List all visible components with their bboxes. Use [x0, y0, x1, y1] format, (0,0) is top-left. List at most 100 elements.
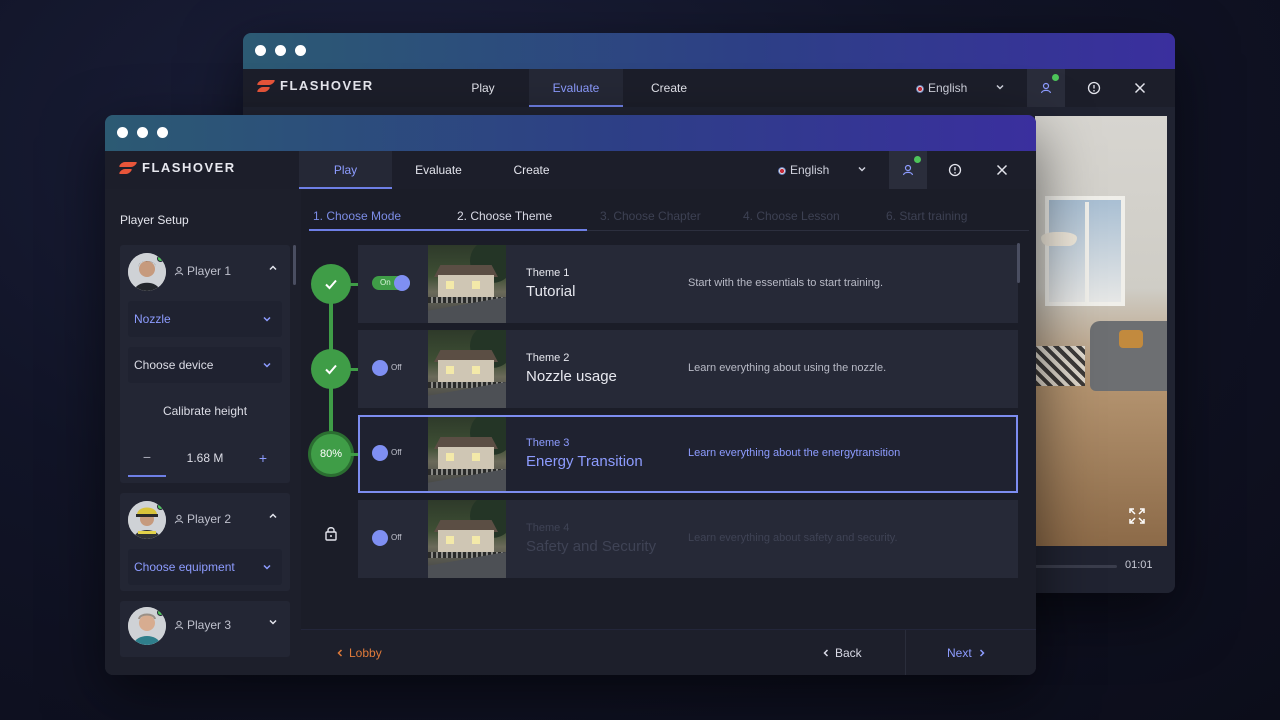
video-preview[interactable] [1035, 116, 1167, 546]
theme-card-4: Off Theme 4 Safety and Security Learn ev… [358, 500, 1018, 578]
avatar [128, 253, 166, 291]
theme-thumbnail [428, 330, 506, 408]
equipment-value: Choose equipment [134, 560, 235, 574]
titlebar [243, 33, 1175, 69]
chevron-down-icon[interactable] [268, 617, 278, 627]
player-card-3: Player 3 [120, 601, 290, 657]
chevron-up-icon[interactable] [268, 263, 278, 273]
player-name: Player 3 [174, 618, 231, 632]
lock-icon [325, 527, 337, 541]
player-header[interactable]: Player 1 [120, 245, 290, 291]
theme-card-2[interactable]: Off Theme 2 Nozzle usage Learn everythin… [358, 330, 1018, 408]
close-button[interactable] [983, 151, 1021, 189]
player-card-1: Player 1 Nozzle Choose device Calibrate … [120, 245, 290, 483]
chevron-left-icon [337, 649, 343, 657]
toggle-label: Off [391, 448, 402, 457]
theme-title: Nozzle usage [526, 368, 617, 385]
help-icon [1087, 81, 1101, 95]
player-name: Player 2 [174, 512, 231, 526]
language-label: English [790, 163, 830, 177]
step-choose-mode[interactable]: 1. Choose Mode [313, 209, 401, 229]
player-name-label: Player 1 [187, 264, 232, 278]
tab-evaluate[interactable]: Evaluate [392, 151, 485, 189]
window-dot[interactable] [117, 127, 128, 138]
theme-label: Theme 1 [526, 267, 570, 279]
brand-logo: FLASHOVER [258, 78, 374, 93]
step-choose-theme[interactable]: 2. Choose Theme [457, 209, 552, 229]
fullscreen-icon[interactable] [1128, 507, 1146, 525]
room-lamp [1041, 232, 1077, 246]
help-button[interactable] [1075, 69, 1113, 107]
theme-toggle[interactable]: Off [372, 444, 414, 462]
window-controls [117, 127, 168, 138]
wizard-footer: Lobby Back Next [301, 629, 1036, 675]
tab-create[interactable]: Create [623, 69, 715, 107]
window-dot[interactable] [255, 45, 266, 56]
toggle-knob [372, 530, 388, 546]
online-indicator [1052, 74, 1059, 81]
window-dot[interactable] [275, 45, 286, 56]
calibrate-height-button[interactable]: Calibrate height [128, 393, 282, 429]
navbar: FLASHOVER Play Evaluate Create English [243, 69, 1175, 107]
theme-label: Theme 2 [526, 352, 570, 364]
footer-divider [905, 630, 906, 675]
chevron-down-icon[interactable] [995, 82, 1005, 92]
toggle-knob [372, 360, 388, 376]
steps-progress [445, 229, 587, 231]
navbar: FLASHOVER Play Evaluate Create English [105, 151, 1036, 189]
window-dot[interactable] [137, 127, 148, 138]
step-choose-chapter: 3. Choose Chapter [600, 209, 701, 223]
chevron-left-icon [823, 649, 829, 657]
toggle-label: On [380, 278, 391, 287]
chevron-up-icon[interactable] [268, 511, 278, 521]
uk-flag-icon [778, 167, 786, 175]
theme-label: Theme 4 [526, 522, 570, 534]
chevron-down-icon[interactable] [857, 164, 867, 174]
user-icon [174, 266, 184, 276]
tab-play[interactable]: Play [299, 151, 392, 189]
window-dot[interactable] [295, 45, 306, 56]
theme-toggle[interactable]: Off [372, 359, 414, 377]
help-button[interactable] [936, 151, 974, 189]
brand-name: FLASHOVER [280, 78, 374, 93]
room-pillow [1119, 330, 1143, 348]
theme-card-1[interactable]: On Theme 1 Tutorial Start with the essen… [358, 245, 1018, 323]
theme-title: Tutorial [526, 283, 576, 300]
online-indicator [914, 156, 921, 163]
language-select[interactable]: English [778, 151, 829, 189]
lobby-button[interactable]: Lobby [335, 630, 382, 675]
back-button[interactable]: Back [821, 630, 862, 675]
equipment-select[interactable]: Nozzle [128, 301, 282, 337]
back-label: Back [835, 646, 862, 660]
theme-description: Learn everything about the energytransit… [688, 447, 901, 459]
next-button[interactable]: Next [947, 630, 987, 675]
tab-evaluate[interactable]: Evaluate [529, 69, 623, 107]
player-header[interactable]: Player 2 [120, 493, 290, 539]
theme-description: Start with the essentials to start train… [688, 277, 884, 289]
close-button[interactable] [1121, 69, 1159, 107]
room-window-frame [1085, 202, 1089, 302]
language-select[interactable]: English [916, 69, 967, 107]
user-icon [174, 620, 184, 630]
player-setup-sidebar: Player Setup Player 1 Nozzle Choose devi… [105, 189, 299, 675]
height-value: 1.68 M [186, 451, 224, 465]
toggle-knob [372, 445, 388, 461]
device-select[interactable]: Choose device [128, 347, 282, 383]
theme-toggle[interactable]: On [372, 274, 414, 292]
toggle-on: On [372, 275, 410, 291]
theme-description: Learn everything about safety and securi… [688, 532, 898, 544]
player-header[interactable]: Player 3 [120, 605, 290, 651]
equipment-select[interactable]: Choose equipment [128, 549, 282, 585]
video-progress-track[interactable] [1035, 565, 1117, 568]
increase-height-button[interactable]: + [244, 439, 282, 477]
user-button[interactable] [889, 151, 927, 189]
theme-list-scrollbar[interactable] [1017, 243, 1020, 283]
tab-create[interactable]: Create [485, 151, 578, 189]
decrease-height-button[interactable]: − [128, 439, 166, 477]
theme-card-3[interactable]: Off Theme 3 Energy Transition Learn ever… [358, 415, 1018, 493]
user-button[interactable] [1027, 69, 1065, 107]
player-name: Player 1 [174, 264, 231, 278]
window-dot[interactable] [157, 127, 168, 138]
tab-play[interactable]: Play [437, 69, 529, 107]
sidebar-scrollbar[interactable] [293, 245, 296, 285]
